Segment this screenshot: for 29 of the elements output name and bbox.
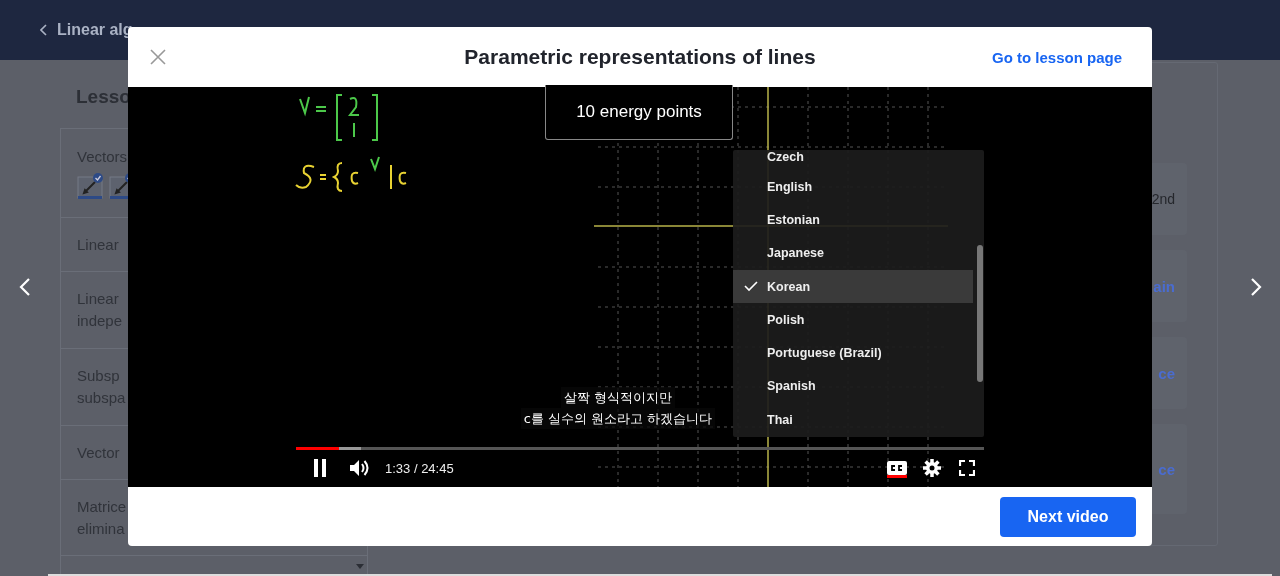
language-option[interactable]: Czech [733,150,973,170]
language-option[interactable]: English [733,170,973,204]
card-text: 2nd [1151,191,1175,207]
language-option[interactable]: Spanish [733,369,973,404]
dialog-title: Parametric representations of lines [464,45,816,69]
chevron-right-icon[interactable] [1250,277,1262,297]
pause-icon[interactable] [313,459,327,477]
captions-icon [887,461,907,475]
settings-icon[interactable] [923,459,941,477]
volume-icon[interactable] [350,459,370,477]
language-option[interactable]: Thai [733,403,973,437]
check-icon [744,281,758,293]
language-option[interactable]: Polish [733,303,973,337]
chevron-left-icon[interactable] [19,277,31,297]
pencil-icon[interactable] [77,172,105,200]
scrollbar[interactable] [977,245,983,382]
close-icon[interactable] [150,49,166,65]
next-video-button[interactable]: Next video [1000,496,1136,537]
captions-button[interactable] [887,458,907,478]
language-option[interactable]: Estonian [733,203,973,237]
language-option[interactable]: Korean [733,269,973,304]
language-option[interactable]: Portuguese (Brazil) [733,336,973,370]
language-option[interactable]: Japanese [733,236,973,270]
lesson-page-link[interactable]: Go to lesson page [991,48,1122,66]
time-display: 1:33 / 24:45 [385,460,454,476]
fullscreen-icon[interactable] [959,460,975,476]
progress-track[interactable] [296,447,984,450]
chevron-left-icon [40,24,48,36]
points-toast: 10 energy points [545,85,733,140]
